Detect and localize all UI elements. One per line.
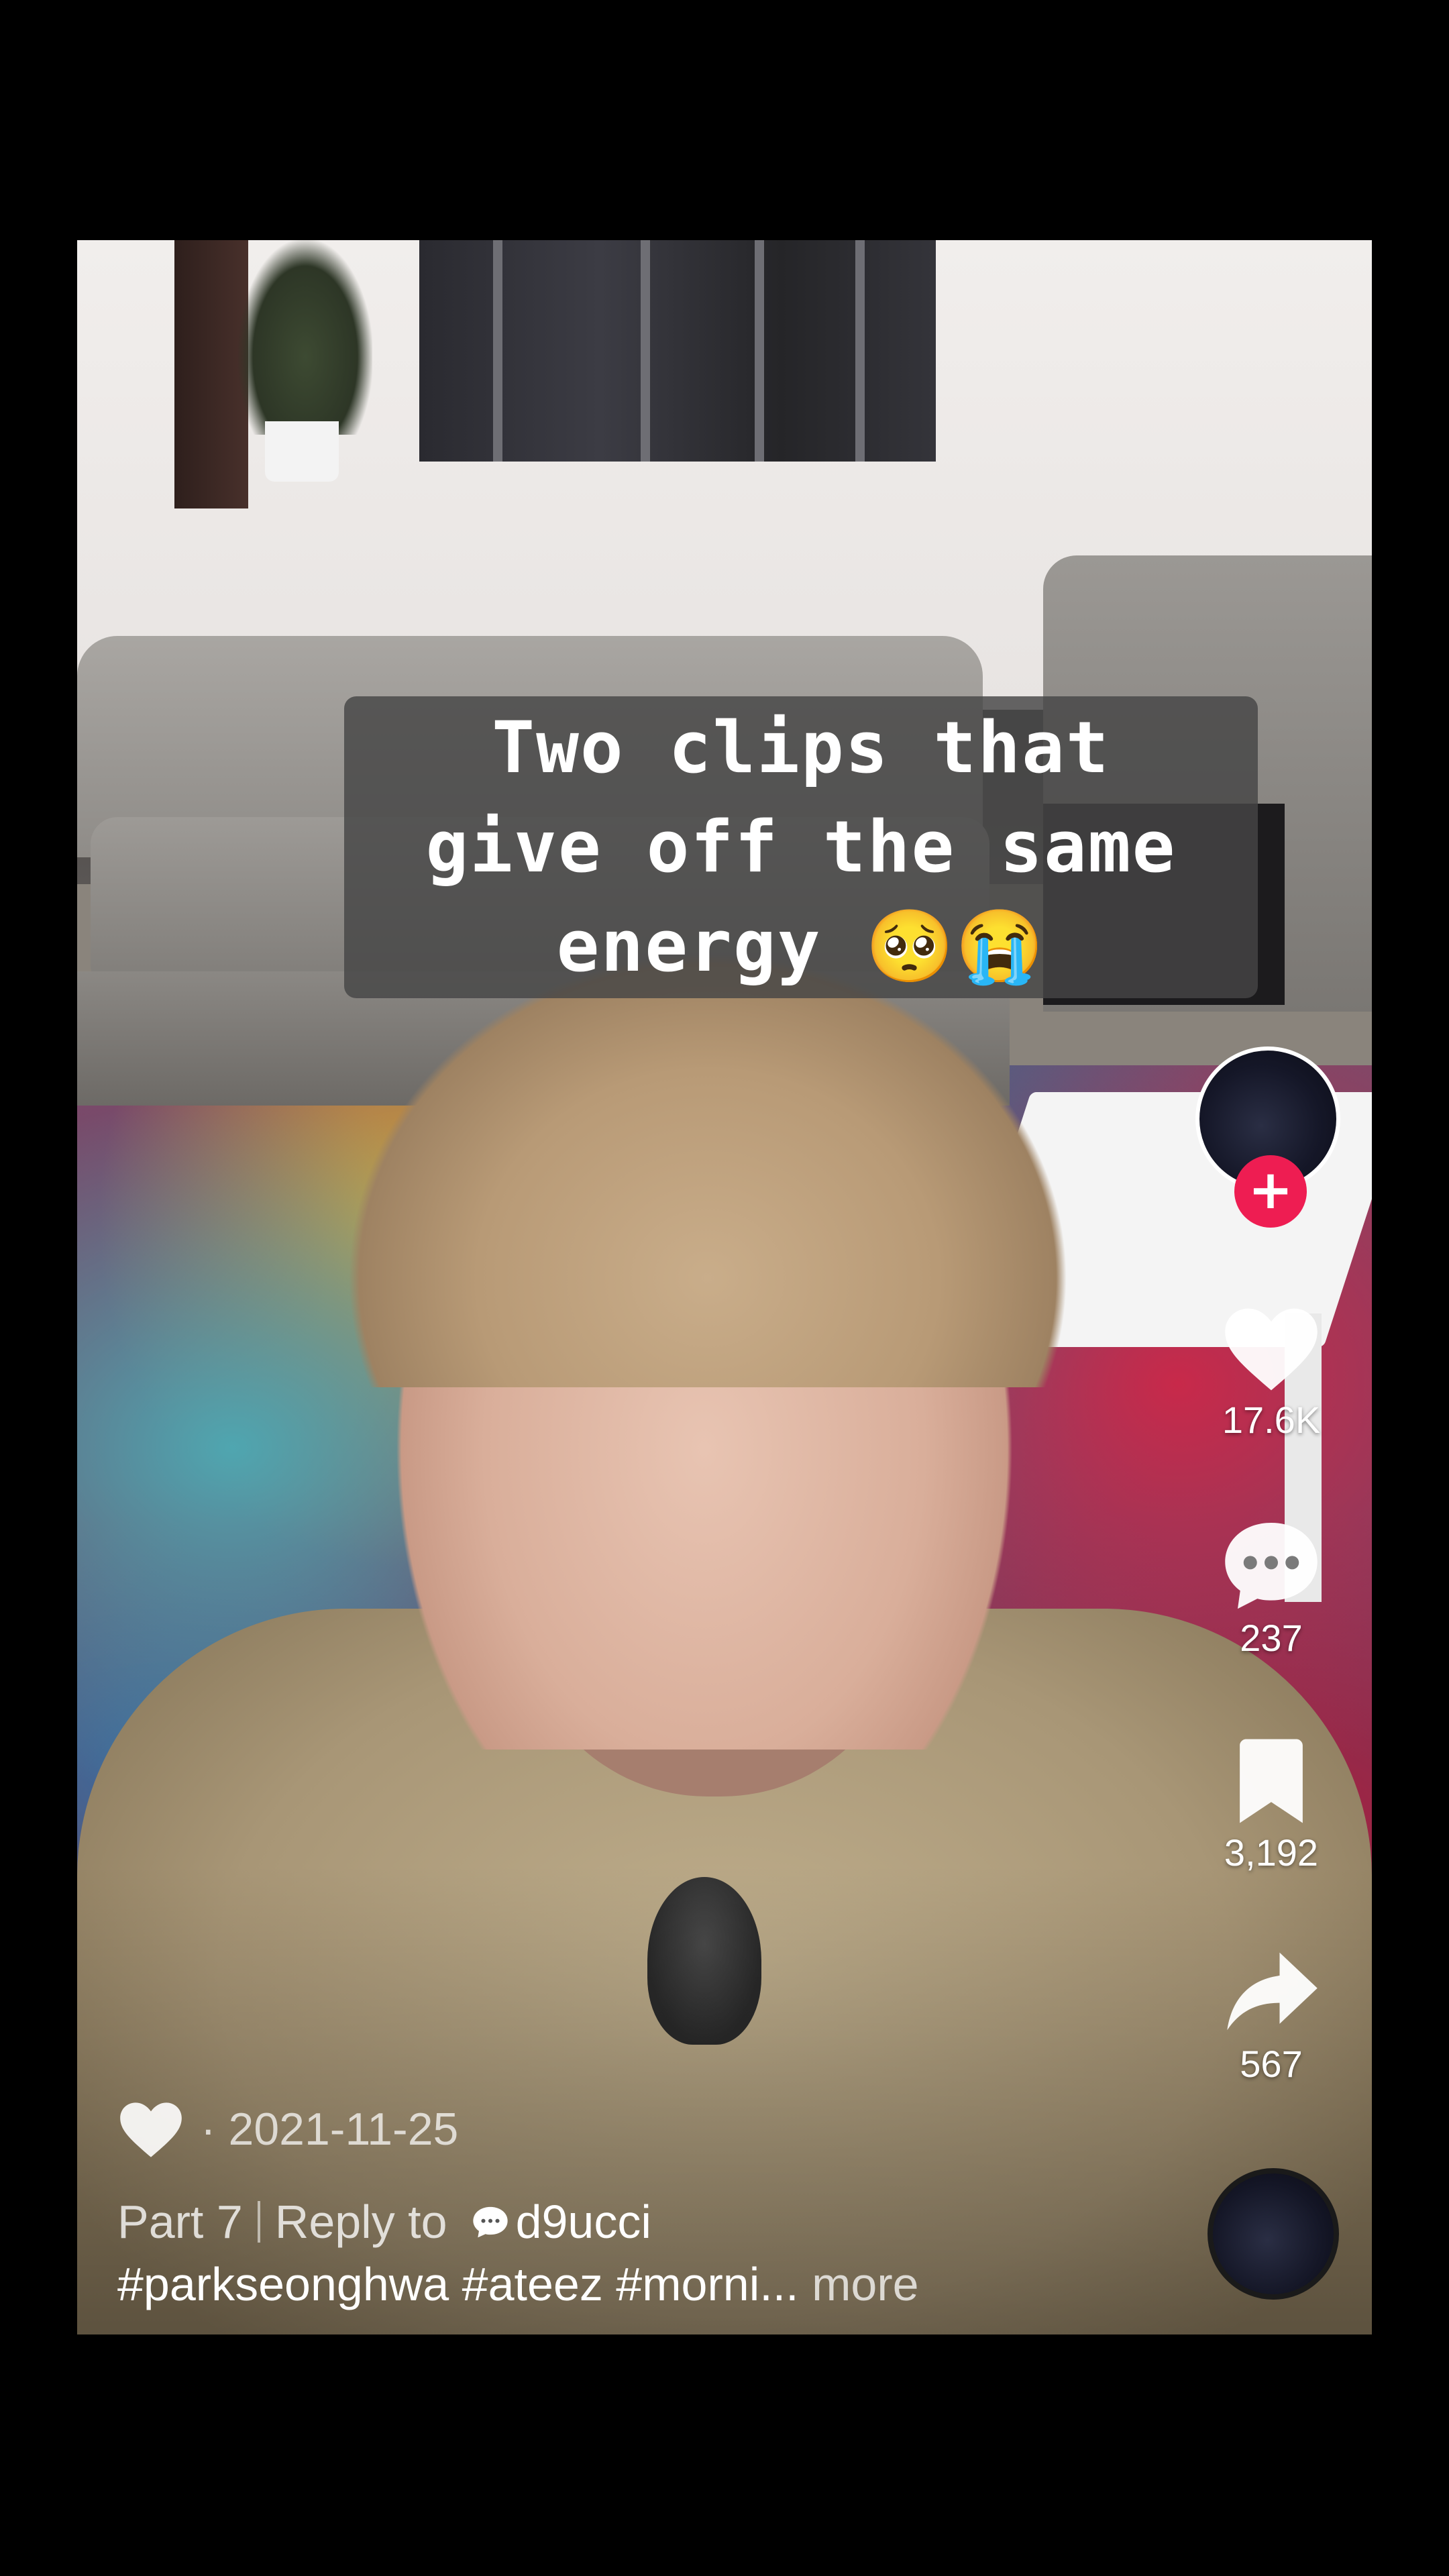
share-arrow-icon bbox=[1227, 1952, 1318, 2031]
heart-icon bbox=[1225, 1308, 1318, 1391]
description-line-2: #parkseonghwa #ateez #morni... more bbox=[117, 2257, 919, 2311]
like-count: 17.6K bbox=[1222, 1399, 1321, 1441]
share-button[interactable]: 567 bbox=[1181, 1945, 1362, 2086]
comment-button[interactable]: 237 bbox=[1181, 1516, 1362, 1660]
caption-line-3: energy 🥺😭 bbox=[556, 905, 1046, 987]
caption-text: Two clips that give off the same energy … bbox=[426, 698, 1177, 996]
heart-outline-icon bbox=[120, 2102, 182, 2157]
bookmark-count: 3,192 bbox=[1224, 1831, 1319, 1874]
more-link[interactable]: more bbox=[812, 2258, 918, 2310]
post-date: · 2021-11-25 bbox=[201, 2104, 459, 2155]
description-line-1: Part 7 Reply to d9ucci bbox=[117, 2195, 651, 2249]
video-caption-overlay: Two clips that give off the same energy … bbox=[344, 696, 1258, 998]
video-meta-row: · 2021-11-25 bbox=[117, 2098, 458, 2160]
comment-bubble-icon bbox=[1225, 1523, 1318, 1609]
divider bbox=[257, 2201, 260, 2243]
follow-button[interactable]: + bbox=[1234, 1155, 1307, 1228]
like-button[interactable]: 17.6K bbox=[1181, 1301, 1362, 1442]
caption-line-2: give off the same bbox=[425, 806, 1177, 888]
comment-count: 237 bbox=[1240, 1617, 1303, 1659]
part-label[interactable]: Part 7 bbox=[117, 2195, 243, 2249]
share-count: 567 bbox=[1240, 2043, 1303, 2085]
reply-label: Reply to bbox=[274, 2196, 447, 2248]
reply-username[interactable]: d9ucci bbox=[516, 2195, 651, 2249]
chat-bubble-icon bbox=[472, 2206, 508, 2238]
hashtags[interactable]: #parkseonghwa #ateez #morni... bbox=[117, 2258, 799, 2310]
caption-line-1: Two clips that bbox=[492, 706, 1110, 789]
music-disc-icon[interactable] bbox=[1208, 2168, 1339, 2300]
video-player[interactable]: Two clips that give off the same energy … bbox=[77, 240, 1372, 2334]
video-frame-image bbox=[77, 240, 1372, 2334]
bookmark-icon bbox=[1240, 1739, 1303, 1823]
bookmark-button[interactable]: 3,192 bbox=[1181, 1734, 1362, 1874]
plus-icon: + bbox=[1248, 1159, 1293, 1221]
